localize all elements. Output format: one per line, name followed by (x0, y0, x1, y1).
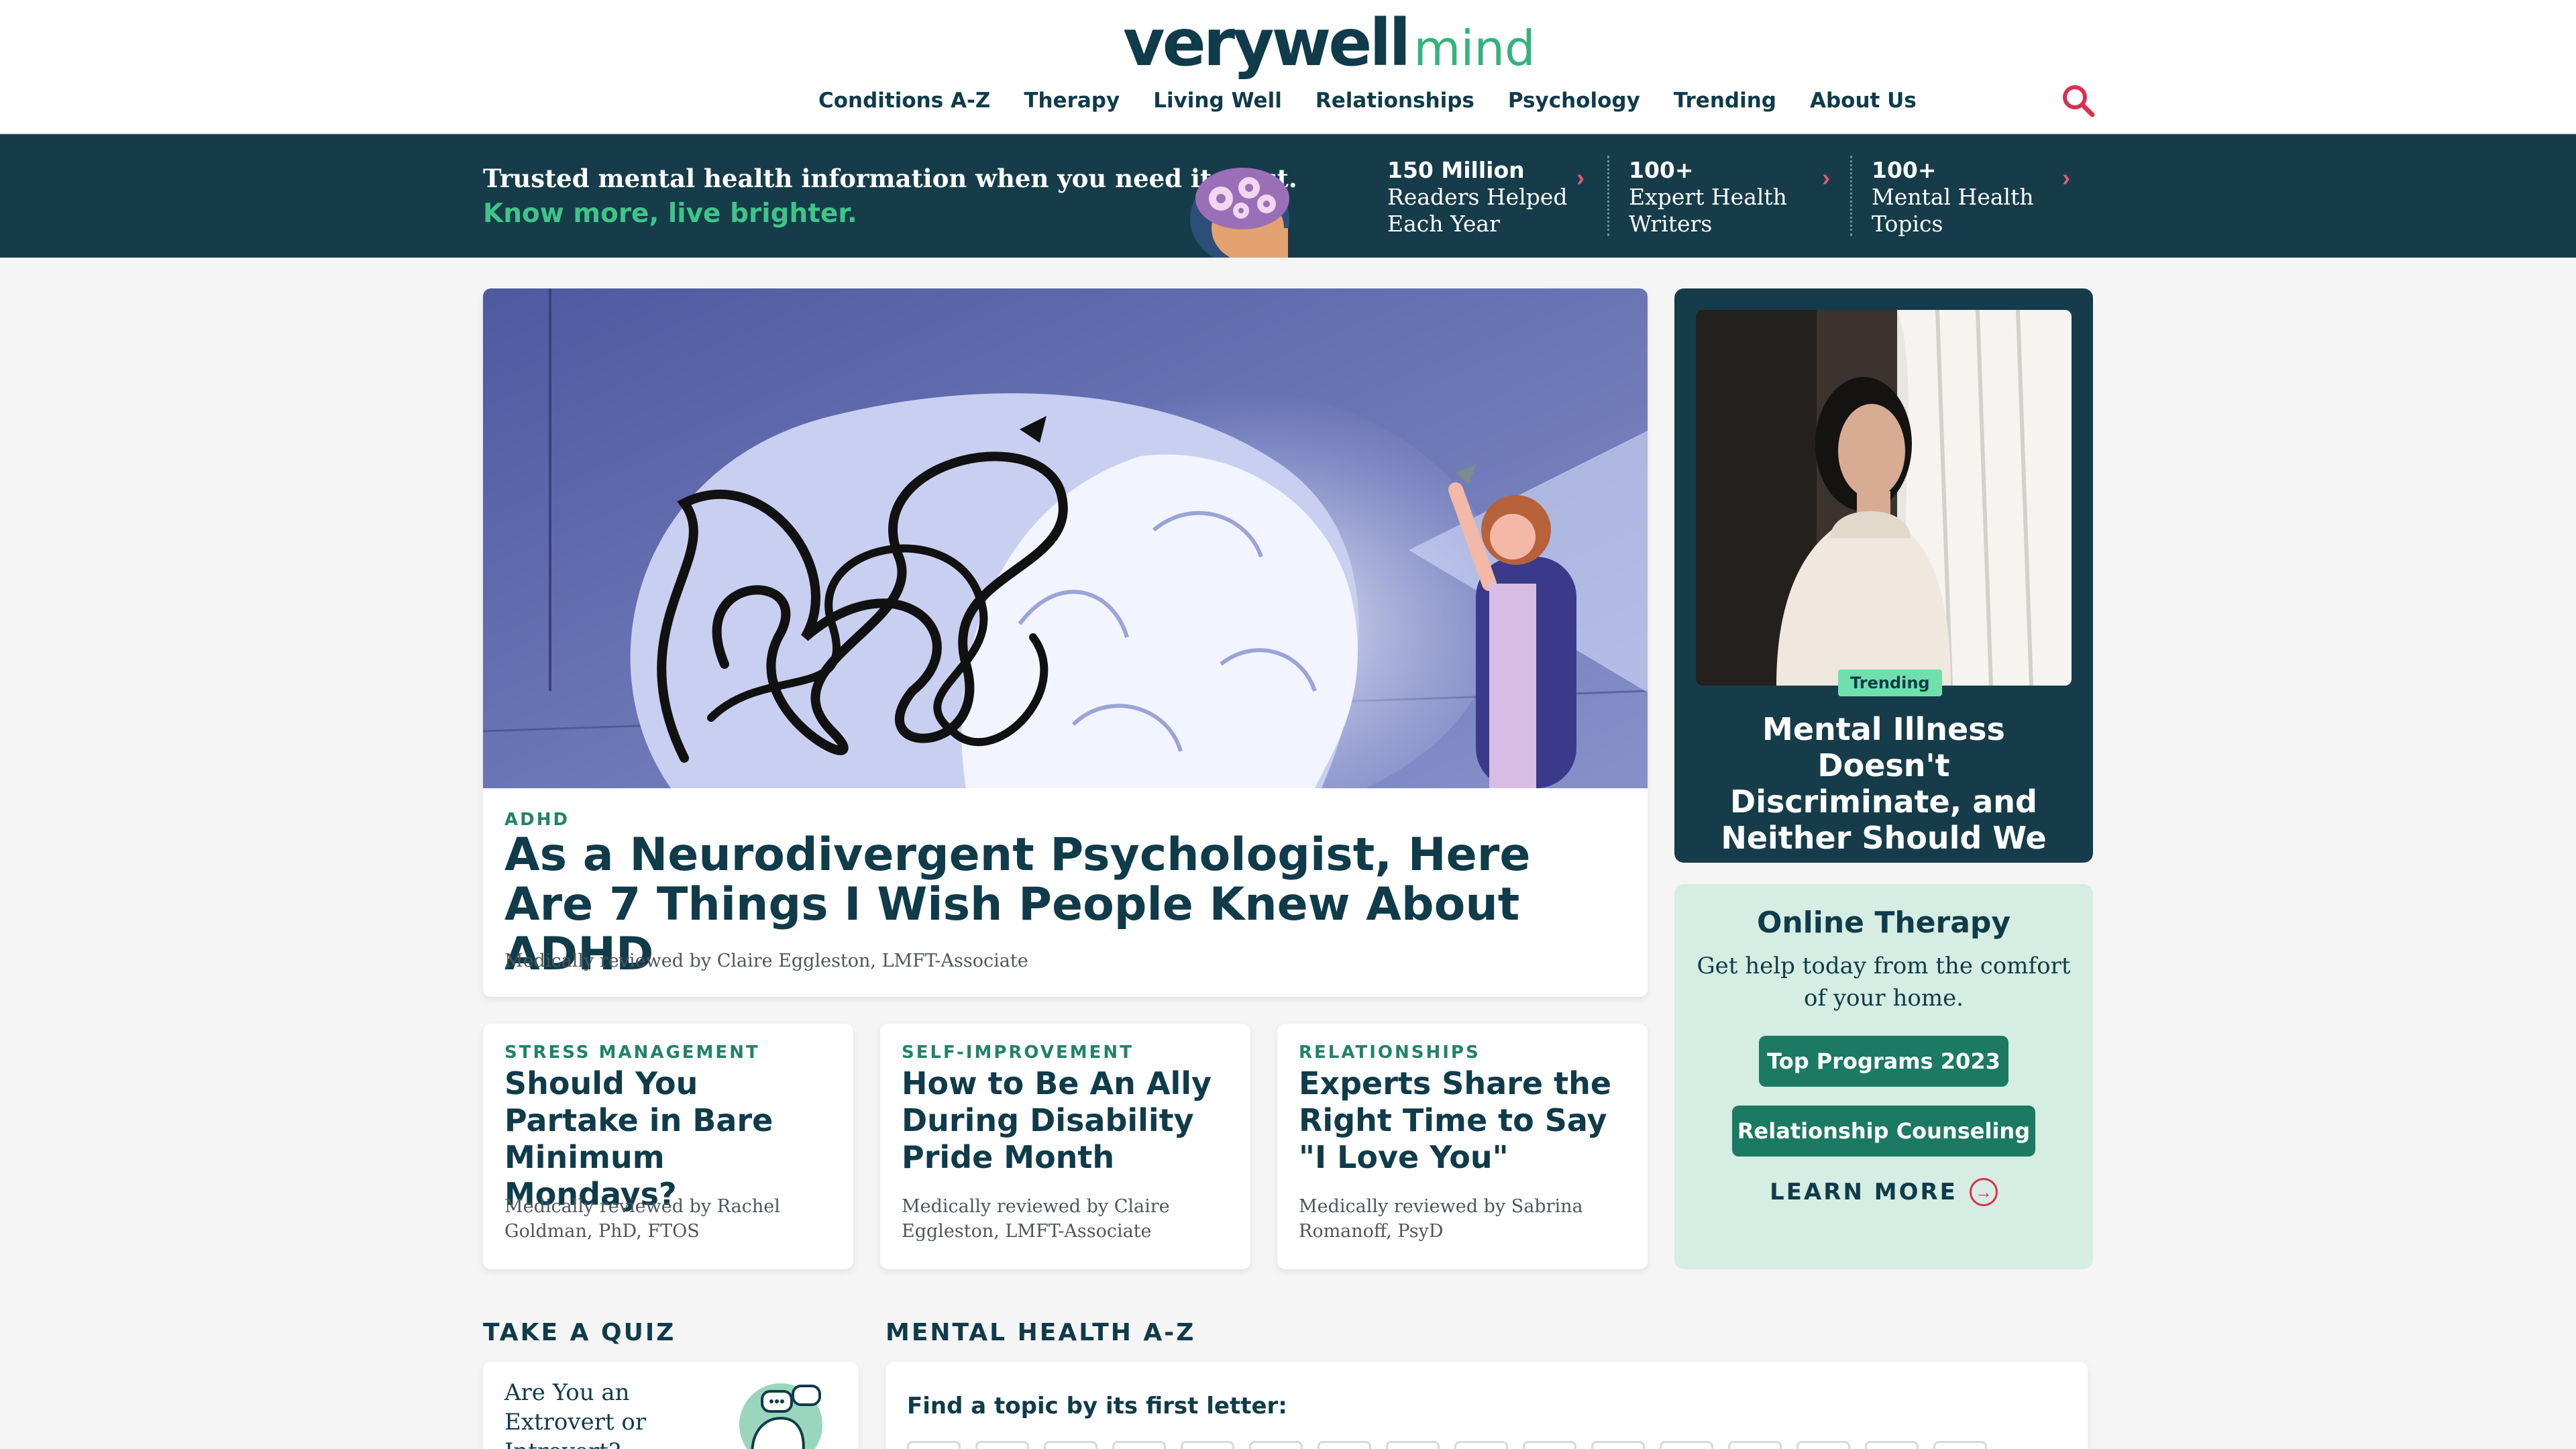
trust-banner: Trusted mental health information when y… (0, 134, 2576, 258)
stat-readers-line1: Readers Helped (1387, 184, 1568, 210)
article-card[interactable]: SELF-IMPROVEMENT How to Be An Ally Durin… (880, 1024, 1250, 1269)
therapy-subtitle: Get help today from the comfort of your … (1697, 953, 2071, 1012)
stat-divider (1607, 156, 1609, 236)
stat-readers-bold: 150 Million (1387, 157, 1525, 183)
article-byline: Medically reviewed by Rachel Goldman, Ph… (504, 1196, 780, 1242)
article-byline: Medically reviewed by Sabrina Romanoff, … (1299, 1196, 1583, 1242)
letter-button[interactable] (975, 1441, 1029, 1449)
nav-psychology[interactable]: Psychology (1508, 89, 1640, 113)
learn-more-label: LEARN MORE (1770, 1179, 1957, 1205)
article-byline: Medically reviewed by Claire Eggleston, … (902, 1196, 1170, 1242)
article-category[interactable]: STRESS MANAGEMENT (504, 1042, 760, 1063)
trending-badge: Trending (1838, 669, 1942, 696)
quiz-section-title: TAKE A QUIZ (483, 1319, 676, 1346)
letter-button[interactable] (1933, 1441, 1987, 1449)
nav-therapy[interactable]: Therapy (1024, 89, 1120, 113)
az-section-title: MENTAL HEALTH A-Z (885, 1319, 1196, 1346)
article-headline[interactable]: How to Be An Ally During Disability Prid… (902, 1065, 1237, 1176)
letter-button[interactable] (1112, 1441, 1166, 1449)
relationship-counseling-button[interactable]: Relationship Counseling (1732, 1106, 2035, 1157)
chevron-right-icon[interactable]: › (1822, 164, 1830, 192)
hero-byline: Medically reviewed by Claire Eggleston, … (504, 951, 1028, 971)
search-icon[interactable] (2061, 83, 2096, 118)
banner-slogan: Know more, live brighter. (483, 199, 857, 229)
quiz-question[interactable]: Are You an Extrovert or Introvert? (504, 1378, 692, 1449)
chat-bubbles-head-icon (739, 1383, 822, 1449)
letter-button[interactable] (1454, 1441, 1508, 1449)
stat-topics-bold: 100+ (1872, 157, 1937, 183)
top-programs-button[interactable]: Top Programs 2023 (1759, 1036, 2008, 1087)
letter-button[interactable] (1044, 1441, 1097, 1449)
therapy-title: Online Therapy (1756, 906, 2011, 940)
az-prompt: Find a topic by its first letter: (907, 1393, 1287, 1419)
letter-button[interactable] (1660, 1441, 1713, 1449)
letter-button[interactable] (1249, 1441, 1303, 1449)
letter-button[interactable] (1728, 1441, 1782, 1449)
letter-button[interactable] (1386, 1441, 1440, 1449)
woman-at-window-photo (1696, 310, 2072, 686)
stat-writers-bold: 100+ (1629, 157, 1694, 183)
nav-relationships[interactable]: Relationships (1316, 89, 1474, 113)
article-card[interactable]: RELATIONSHIPS Experts Share the Right Ti… (1277, 1024, 1648, 1269)
hero-article-card[interactable]: ADHD As a Neurodivergent Psychologist, H… (483, 288, 1648, 997)
chevron-right-icon[interactable]: › (1576, 164, 1585, 192)
chevron-right-icon[interactable]: › (2062, 164, 2070, 192)
stat-writers[interactable]: 100+ Expert Health Writers (1629, 156, 1787, 239)
nav-about-us[interactable]: About Us (1810, 89, 1917, 113)
stat-readers-line2: Each Year (1387, 211, 1500, 237)
nav-living-well[interactable]: Living Well (1153, 89, 1282, 113)
arrow-right-circle-icon: → (1969, 1178, 1998, 1206)
stat-writers-line2: Writers (1629, 211, 1713, 237)
article-card[interactable]: STRESS MANAGEMENT Should You Partake in … (483, 1024, 853, 1269)
letter-button[interactable] (1181, 1441, 1234, 1449)
article-category[interactable]: SELF-IMPROVEMENT (902, 1042, 1134, 1063)
logo-main-text: verywell (1123, 5, 1411, 80)
article-headline[interactable]: Experts Share the Right Time to Say "I L… (1299, 1065, 1634, 1176)
hero-brain-illustration (483, 288, 1648, 788)
nav-trending[interactable]: Trending (1674, 89, 1776, 113)
az-card: Find a topic by its first letter: (885, 1362, 2088, 1449)
stat-readers[interactable]: 150 Million Readers Helped Each Year (1387, 156, 1568, 239)
quiz-card[interactable]: Are You an Extrovert or Introvert? (483, 1362, 859, 1449)
stat-topics-line1: Mental Health (1872, 184, 2034, 210)
stat-divider (1850, 156, 1852, 236)
stat-topics-line2: Topics (1872, 211, 1943, 237)
article-headline[interactable]: Should You Partake in Bare Minimum Monda… (504, 1065, 840, 1213)
site-logo[interactable]: verywell mind (1123, 5, 1536, 80)
stat-topics[interactable]: 100+ Mental Health Topics (1872, 156, 2034, 239)
letter-button[interactable] (1865, 1441, 1919, 1449)
site-header: verywell mind Conditions A-Z Therapy Livi… (0, 0, 2576, 134)
stat-writers-line1: Expert Health (1629, 184, 1787, 210)
letter-button[interactable] (1796, 1441, 1850, 1449)
banner-tagline: Trusted mental health information when y… (483, 164, 1297, 193)
trending-card[interactable]: Trending Mental Illness Doesn't Discrimi… (1674, 288, 2093, 863)
letter-button[interactable] (1318, 1441, 1371, 1449)
letter-button[interactable] (1523, 1441, 1576, 1449)
main-nav: Conditions A-Z Therapy Living Well Relat… (818, 89, 1917, 113)
logo-accent-text: mind (1413, 20, 1536, 76)
letter-button[interactable] (1591, 1441, 1645, 1449)
nav-conditions-a-z[interactable]: Conditions A-Z (818, 89, 990, 113)
banner-text: Trusted mental health information when y… (483, 164, 1297, 229)
letter-button[interactable] (907, 1441, 961, 1449)
trending-headline[interactable]: Mental Illness Doesn't Discriminate, and… (1701, 711, 2066, 856)
learn-more-link[interactable]: LEARN MORE → (1674, 1178, 2093, 1206)
hero-category[interactable]: ADHD (504, 810, 570, 830)
head-gears-illustration (1190, 168, 1289, 258)
online-therapy-card: Online Therapy Get help today from the c… (1674, 884, 2093, 1269)
article-category[interactable]: RELATIONSHIPS (1299, 1042, 1481, 1063)
